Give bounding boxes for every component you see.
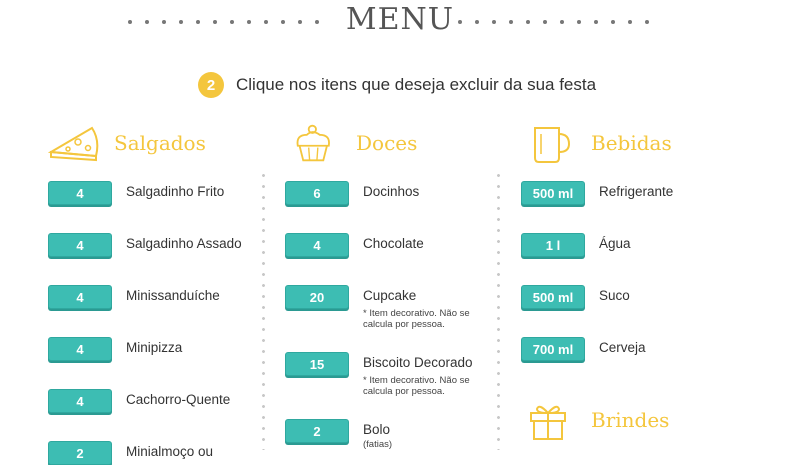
column-header-salgados: Salgados: [48, 120, 206, 166]
item-name: Minialmoço ou: [126, 444, 214, 459]
column-header-bebidas: Bebidas: [525, 120, 672, 166]
quantity-button[interactable]: 1 l: [521, 233, 585, 257]
item-name: Docinhos: [363, 184, 420, 199]
quantity-button[interactable]: 4: [48, 181, 112, 205]
column-title: Doces: [356, 131, 418, 155]
item-name: Salgadinho Assado: [126, 236, 242, 251]
item-name: Minipizza: [126, 340, 183, 355]
column-separator: [262, 170, 265, 450]
quantity-button[interactable]: 15: [285, 352, 349, 376]
step-text: Clique nos itens que deseja excluir da s…: [236, 75, 597, 94]
menu-item[interactable]: 2 Bolo (fatias): [285, 419, 483, 450]
column-doces: Doces: [290, 120, 417, 166]
column-title: Salgados: [114, 131, 206, 155]
quantity-button[interactable]: 20: [285, 285, 349, 309]
quantity-button[interactable]: 4: [48, 337, 112, 361]
step-instruction: 2 Clique nos itens que deseja excluir da…: [198, 72, 596, 98]
item-note: * Item decorativo. Não se calcula por pe…: [363, 308, 470, 330]
item-note: (fatias): [363, 439, 393, 450]
menu-item[interactable]: 500 ml Suco: [521, 285, 630, 309]
menu-item[interactable]: 4 Chocolate: [285, 233, 424, 257]
quantity-button[interactable]: 4: [48, 285, 112, 309]
quantity-button[interactable]: 6: [285, 181, 349, 205]
column-title: Bebidas: [591, 131, 672, 155]
step-number-badge: 2: [198, 72, 224, 98]
cupcake-icon: [296, 124, 330, 162]
quantity-button[interactable]: 500 ml: [521, 181, 585, 205]
item-name: Salgadinho Frito: [126, 184, 225, 199]
menu-item[interactable]: 1 l Água: [521, 233, 631, 257]
quantity-button[interactable]: 2: [48, 441, 112, 465]
quantity-button[interactable]: 500 ml: [521, 285, 585, 309]
item-name: Chocolate: [363, 236, 424, 251]
item-name: Cerveja: [599, 340, 646, 355]
item-name: Bolo: [363, 422, 391, 437]
section-brindes: Brindes: [525, 397, 669, 443]
item-name: Biscoito Decorado: [363, 355, 473, 370]
column-separator: [497, 170, 500, 450]
item-note: * Item decorativo. Não se calcula por pe…: [363, 375, 470, 397]
menu-item[interactable]: 15 Biscoito Decorado * Item decorativo. …: [285, 352, 483, 397]
menu-item[interactable]: 6 Docinhos: [285, 181, 419, 205]
menu-item[interactable]: 700 ml Cerveja: [521, 337, 646, 361]
column-header-brindes: Brindes: [525, 397, 669, 443]
item-name: Água: [599, 236, 631, 251]
menu-item[interactable]: 4 Salgadinho Assado: [48, 233, 242, 257]
column-salgados: Salgados: [48, 120, 206, 166]
quantity-button[interactable]: 4: [48, 233, 112, 257]
menu-item[interactable]: 4 Minipizza: [48, 337, 182, 361]
header-dots-right: [458, 20, 649, 24]
item-name: Suco: [599, 288, 630, 303]
item-name: Cupcake: [363, 288, 417, 303]
menu-item[interactable]: 4 Minissanduíche: [48, 285, 220, 309]
menu-item[interactable]: 4 Salgadinho Frito: [48, 181, 224, 205]
menu-header: MENU: [0, 0, 800, 50]
mug-icon: [534, 127, 571, 163]
column-title: Brindes: [591, 408, 670, 432]
column-bebidas: Bebidas: [525, 120, 672, 166]
item-name: Minissanduíche: [126, 288, 220, 303]
pizza-icon: [48, 126, 99, 162]
menu-item[interactable]: 2 Minialmoço ou: [48, 441, 213, 465]
page-title: MENU: [345, 2, 455, 37]
header-dots-left: [128, 20, 319, 24]
quantity-button[interactable]: 4: [285, 233, 349, 257]
column-header-doces: Doces: [290, 120, 417, 166]
menu-item[interactable]: 500 ml Refrigerante: [521, 181, 673, 205]
item-name: Cachorro-Quente: [126, 392, 231, 407]
menu-item[interactable]: 20 Cupcake * Item decorativo. Não se cal…: [285, 285, 483, 330]
menu-item[interactable]: 4 Cachorro-Quente: [48, 389, 230, 413]
quantity-button[interactable]: 4: [48, 389, 112, 413]
item-name: Refrigerante: [599, 184, 674, 199]
gift-icon: [530, 405, 566, 440]
quantity-button[interactable]: 2: [285, 419, 349, 443]
quantity-button[interactable]: 700 ml: [521, 337, 585, 361]
